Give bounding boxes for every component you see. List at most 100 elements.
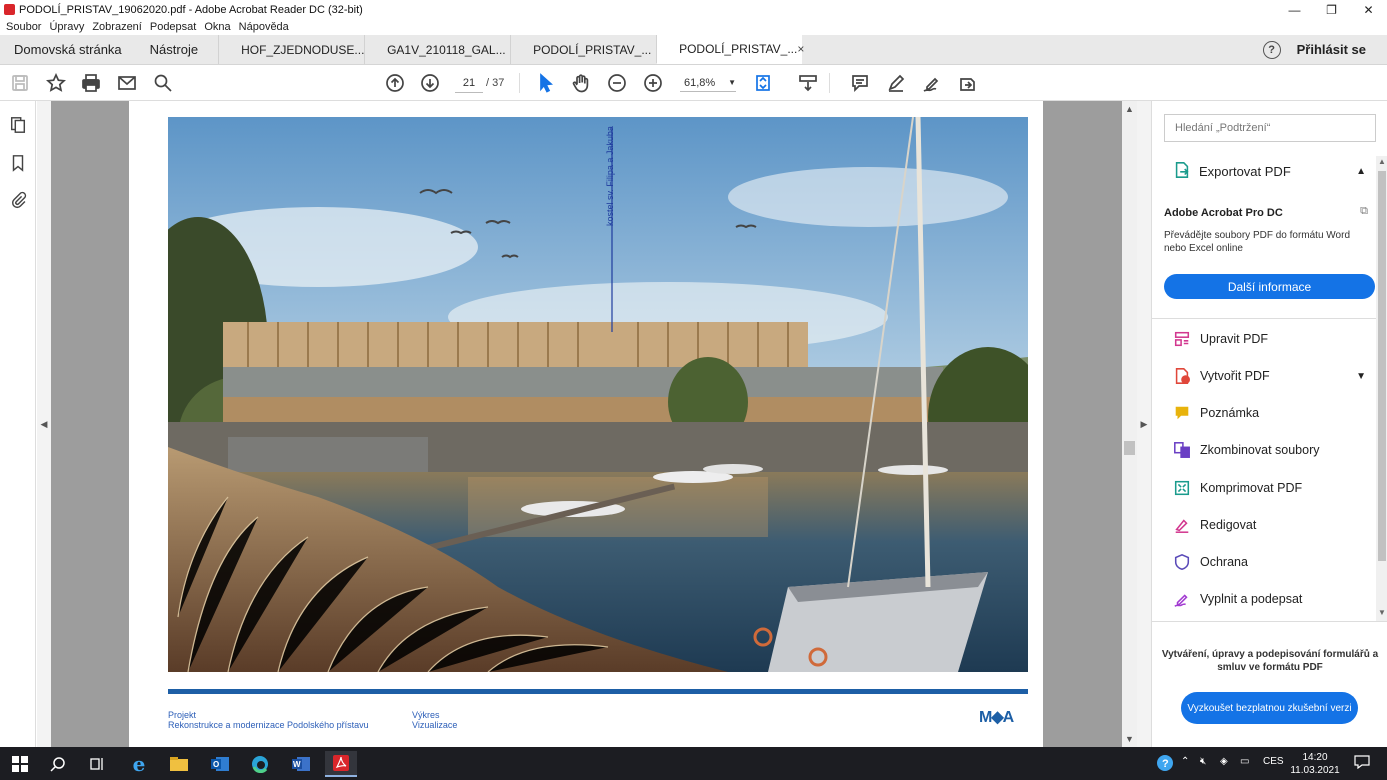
- tools-pane-scrollbar[interactable]: ▲ ▼: [1376, 156, 1387, 621]
- tool-label: Zkombinovat soubory: [1200, 443, 1320, 457]
- tool-comment[interactable]: Poznámka: [1152, 395, 1376, 431]
- menu-bar: Soubor Úpravy Zobrazení Podepsat Okna Ná…: [0, 19, 1387, 35]
- tool-label: Poznámka: [1200, 406, 1260, 420]
- project-label: Projekt: [168, 710, 197, 720]
- maximize-button[interactable]: ❐: [1313, 0, 1350, 19]
- zoom-out-icon[interactable]: [605, 71, 629, 95]
- document-tab[interactable]: GA1V_210118_GAL...: [364, 35, 510, 64]
- menu-window[interactable]: Okna: [204, 21, 230, 33]
- taskbar-clock[interactable]: 14:20 11.03.2021: [1282, 751, 1348, 777]
- tool-fill-sign[interactable]: Vyplnit a podepsat: [1152, 581, 1376, 617]
- scroll-up-arrow-icon[interactable]: ▲: [1125, 104, 1134, 114]
- outlook-icon[interactable]: O: [204, 751, 236, 777]
- network-icon[interactable]: ▭: [1240, 756, 1249, 767]
- footer-rule: [168, 689, 1028, 694]
- print-icon[interactable]: [79, 71, 103, 95]
- menu-help[interactable]: Nápověda: [239, 21, 289, 33]
- zoom-select[interactable]: 61,8% ▼: [680, 74, 736, 92]
- tool-protect[interactable]: Ochrana: [1152, 544, 1376, 580]
- collapse-left-panel-button[interactable]: ◀: [37, 101, 51, 747]
- scroll-up-arrow-icon[interactable]: ▲: [1378, 157, 1386, 166]
- acrobat-app-icon: [4, 4, 15, 15]
- chevron-up-icon[interactable]: ⌃: [1181, 756, 1189, 767]
- scroll-down-arrow-icon[interactable]: ▼: [1378, 608, 1386, 617]
- tool-create-pdf[interactable]: Vytvořit PDF ▼: [1152, 358, 1376, 394]
- pages-icon[interactable]: [8, 115, 28, 135]
- tools-search-input[interactable]: Hledání „Podtržení“: [1164, 114, 1376, 142]
- help-tray-icon[interactable]: ?: [1156, 754, 1174, 775]
- page-number-input[interactable]: 21: [455, 73, 483, 93]
- menu-file[interactable]: Soubor: [6, 21, 41, 33]
- bookmarks-icon[interactable]: [8, 153, 28, 173]
- comment-icon[interactable]: [848, 71, 872, 95]
- language-indicator[interactable]: CES: [1263, 756, 1284, 767]
- tool-edit-pdf[interactable]: Upravit PDF: [1152, 321, 1376, 357]
- document-tab[interactable]: HOF_ZJEDNODUSE...: [218, 35, 364, 64]
- menu-view[interactable]: Zobrazení: [92, 21, 142, 33]
- speaker-muted-icon[interactable]: 🔇︎: [1200, 756, 1206, 767]
- export-pdf-tool[interactable]: Exportovat PDF ▲: [1152, 156, 1376, 186]
- notifications-icon[interactable]: [1354, 755, 1370, 772]
- chevron-up-icon[interactable]: ▲: [1356, 166, 1366, 177]
- tool-compress-pdf[interactable]: Komprimovat PDF: [1152, 470, 1376, 506]
- toolbar: 21 / 37 61,8% ▼: [0, 65, 1387, 101]
- help-icon[interactable]: ?: [1262, 40, 1281, 59]
- search-icon[interactable]: [42, 751, 74, 777]
- dropbox-icon[interactable]: ◈: [1220, 756, 1228, 767]
- fit-page-icon[interactable]: [752, 71, 776, 95]
- page-down-icon[interactable]: [418, 71, 442, 95]
- word-icon[interactable]: W: [285, 751, 317, 777]
- acrobat-icon[interactable]: [325, 751, 357, 777]
- page-up-icon[interactable]: [383, 71, 407, 95]
- menu-sign[interactable]: Podepsat: [150, 21, 196, 33]
- email-icon[interactable]: [115, 71, 139, 95]
- more-info-button[interactable]: Další informace: [1164, 274, 1375, 299]
- document-tab-active[interactable]: PODOLÍ_PRISTAV_... ×: [656, 35, 804, 64]
- scroll-down-arrow-icon[interactable]: ▼: [1125, 734, 1134, 744]
- moa-logo: M◆A: [979, 709, 1014, 726]
- architectural-visualization-image: [168, 117, 1028, 672]
- edge-icon[interactable]: [244, 751, 276, 777]
- document-viewer[interactable]: kostel sv. Filipa a Jakuba Projekt Rekon…: [51, 101, 1122, 747]
- drawing-value: Vizualizace: [412, 720, 458, 730]
- scroll-mode-icon[interactable]: [796, 71, 820, 95]
- collapse-right-panel-button[interactable]: ▶: [1137, 101, 1151, 747]
- scrollbar-thumb[interactable]: [1378, 171, 1386, 561]
- share-icon[interactable]: [955, 71, 979, 95]
- pin-icon[interactable]: ⧉: [1360, 205, 1368, 218]
- file-explorer-icon[interactable]: [163, 751, 195, 777]
- comment-note-icon: [1172, 403, 1192, 423]
- tool-redact[interactable]: Redigovat: [1152, 507, 1376, 543]
- close-window-button[interactable]: ✕: [1350, 0, 1387, 19]
- document-tab-label: PODOLÍ_PRISTAV_...: [533, 42, 652, 57]
- tool-label: Vyplnit a podepsat: [1200, 592, 1303, 606]
- edit-pdf-icon: [1172, 329, 1192, 349]
- save-icon[interactable]: [8, 71, 32, 95]
- chevron-down-icon[interactable]: ▼: [1356, 371, 1366, 382]
- attachments-icon[interactable]: [8, 190, 28, 210]
- sign-in-button[interactable]: Přihlásit se: [1297, 35, 1387, 64]
- internet-explorer-icon[interactable]: e: [123, 751, 155, 777]
- combine-files-icon: [1172, 440, 1192, 460]
- scrollbar-thumb[interactable]: [1124, 441, 1135, 455]
- tab-home[interactable]: Domovská stránka: [0, 35, 136, 64]
- viewer-scrollbar[interactable]: ▲ ▼: [1122, 101, 1137, 747]
- menu-edit[interactable]: Úpravy: [49, 21, 84, 33]
- highlight-pen-icon[interactable]: [884, 71, 908, 95]
- minimize-button[interactable]: —: [1276, 0, 1313, 19]
- tab-tools[interactable]: Nástroje: [136, 35, 218, 64]
- chevron-down-icon: ▼: [728, 78, 736, 87]
- zoom-in-icon[interactable]: [641, 71, 665, 95]
- select-cursor-icon[interactable]: [534, 71, 558, 95]
- free-trial-button[interactable]: Vyzkoušet bezplatnou zkušební verzi: [1181, 692, 1358, 724]
- church-annotation-label: kostel sv. Filipa a Jakuba: [605, 126, 615, 226]
- tool-label: Komprimovat PDF: [1200, 481, 1303, 495]
- hand-icon[interactable]: [569, 71, 593, 95]
- sign-icon[interactable]: [920, 71, 944, 95]
- start-icon[interactable]: [4, 751, 36, 777]
- bookmark-star-icon[interactable]: [44, 71, 68, 95]
- search-icon[interactable]: [151, 71, 175, 95]
- task-view-icon[interactable]: [81, 751, 113, 777]
- document-tab[interactable]: PODOLÍ_PRISTAV_...: [510, 35, 656, 64]
- tool-combine-files[interactable]: Zkombinovat soubory: [1152, 432, 1376, 468]
